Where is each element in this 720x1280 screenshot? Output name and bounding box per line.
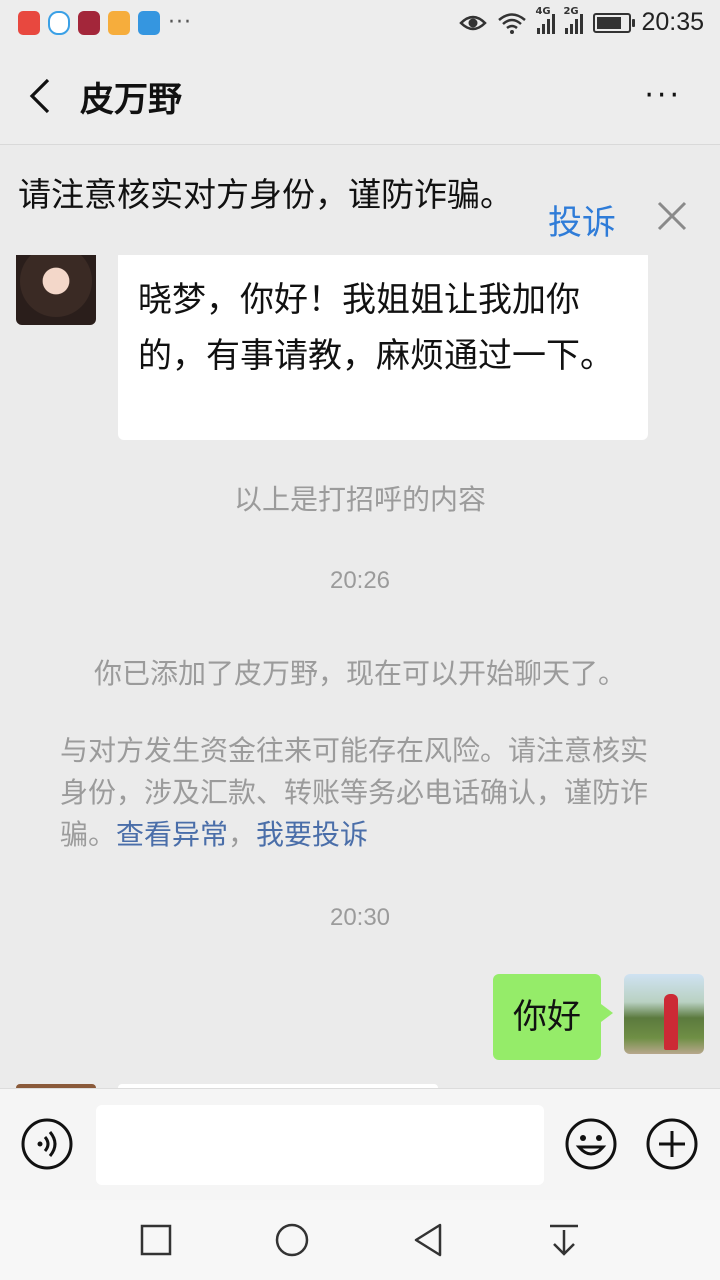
risk-notice: 与对方发生资金往来可能存在风险。请注意核实身份，涉及汇款、转账等务必电话确认，谨… [60, 730, 670, 856]
more-dots-icon[interactable]: ··· [644, 78, 682, 113]
message-input[interactable] [96, 1105, 544, 1185]
signal-2g-icon: 2G [563, 6, 584, 34]
network-type-2: 2G [563, 5, 579, 17]
battery-icon [593, 12, 636, 33]
video-app-icon [108, 11, 130, 35]
voice-icon[interactable] [20, 1117, 74, 1171]
eye-comfort-icon [459, 15, 488, 30]
contact-avatar[interactable] [16, 245, 96, 325]
timestamp: 20:30 [329, 904, 391, 931]
my-avatar[interactable] [624, 974, 704, 1054]
risk-separator: ， [228, 818, 257, 851]
chevron-left-icon[interactable] [26, 78, 56, 114]
music-app-icon [78, 11, 100, 35]
status-indicators: 4G 2G 20:35 [459, 6, 704, 37]
plus-icon[interactable] [645, 1117, 699, 1171]
chat-header: 皮万野 ··· [0, 48, 720, 145]
recent-apps-icon[interactable] [136, 1220, 176, 1260]
system-nav-bar [0, 1200, 720, 1280]
close-icon[interactable] [656, 200, 688, 232]
greeting-caption: 以上是打招呼的内容 [233, 483, 486, 516]
my-message-text: 你好 [513, 997, 581, 1037]
view-abnormal-link[interactable]: 查看异常 [116, 818, 228, 851]
qq-icon [48, 11, 70, 35]
friend-added-notice: 你已添加了皮万野，现在可以开始聊天了。 [93, 657, 626, 690]
input-bar [0, 1088, 720, 1201]
chat-title: 皮万野 [80, 80, 182, 120]
wifi-tool-icon [138, 11, 160, 35]
status-app-icons: ··· [18, 11, 192, 35]
report-link[interactable]: 我要投诉 [256, 818, 368, 851]
notification-pull-icon[interactable] [544, 1220, 584, 1260]
battery-level [597, 16, 622, 29]
greeting-text: 晓梦，你好！我姐姐让我加你的，有事请教，麻烦通过一下。 [138, 280, 614, 376]
back-icon[interactable] [408, 1220, 448, 1260]
wifi-icon [498, 12, 527, 34]
status-time: 20:35 [641, 8, 704, 36]
network-type-1: 4G [535, 5, 551, 17]
more-notifications-icon: ··· [168, 10, 192, 35]
fraud-warning-banner: 请注意核实对方身份，谨防诈骗。 投诉 [0, 145, 720, 255]
warning-text: 请注意核实对方身份，谨防诈骗。 [18, 175, 513, 214]
home-icon[interactable] [272, 1220, 312, 1260]
greeting-bubble[interactable]: 晓梦，你好！我姐姐让我加你的，有事请教，麻烦通过一下。 [118, 250, 648, 440]
emoji-icon[interactable] [564, 1117, 618, 1171]
news-app-icon [18, 11, 40, 35]
signal-4g-icon: 4G [535, 6, 556, 34]
my-message-bubble[interactable]: 你好 [493, 974, 613, 1060]
status-bar: ··· 4G 2G 20:35 [0, 0, 720, 48]
timestamp: 20:26 [329, 567, 391, 594]
report-button[interactable]: 投诉 [548, 195, 616, 244]
